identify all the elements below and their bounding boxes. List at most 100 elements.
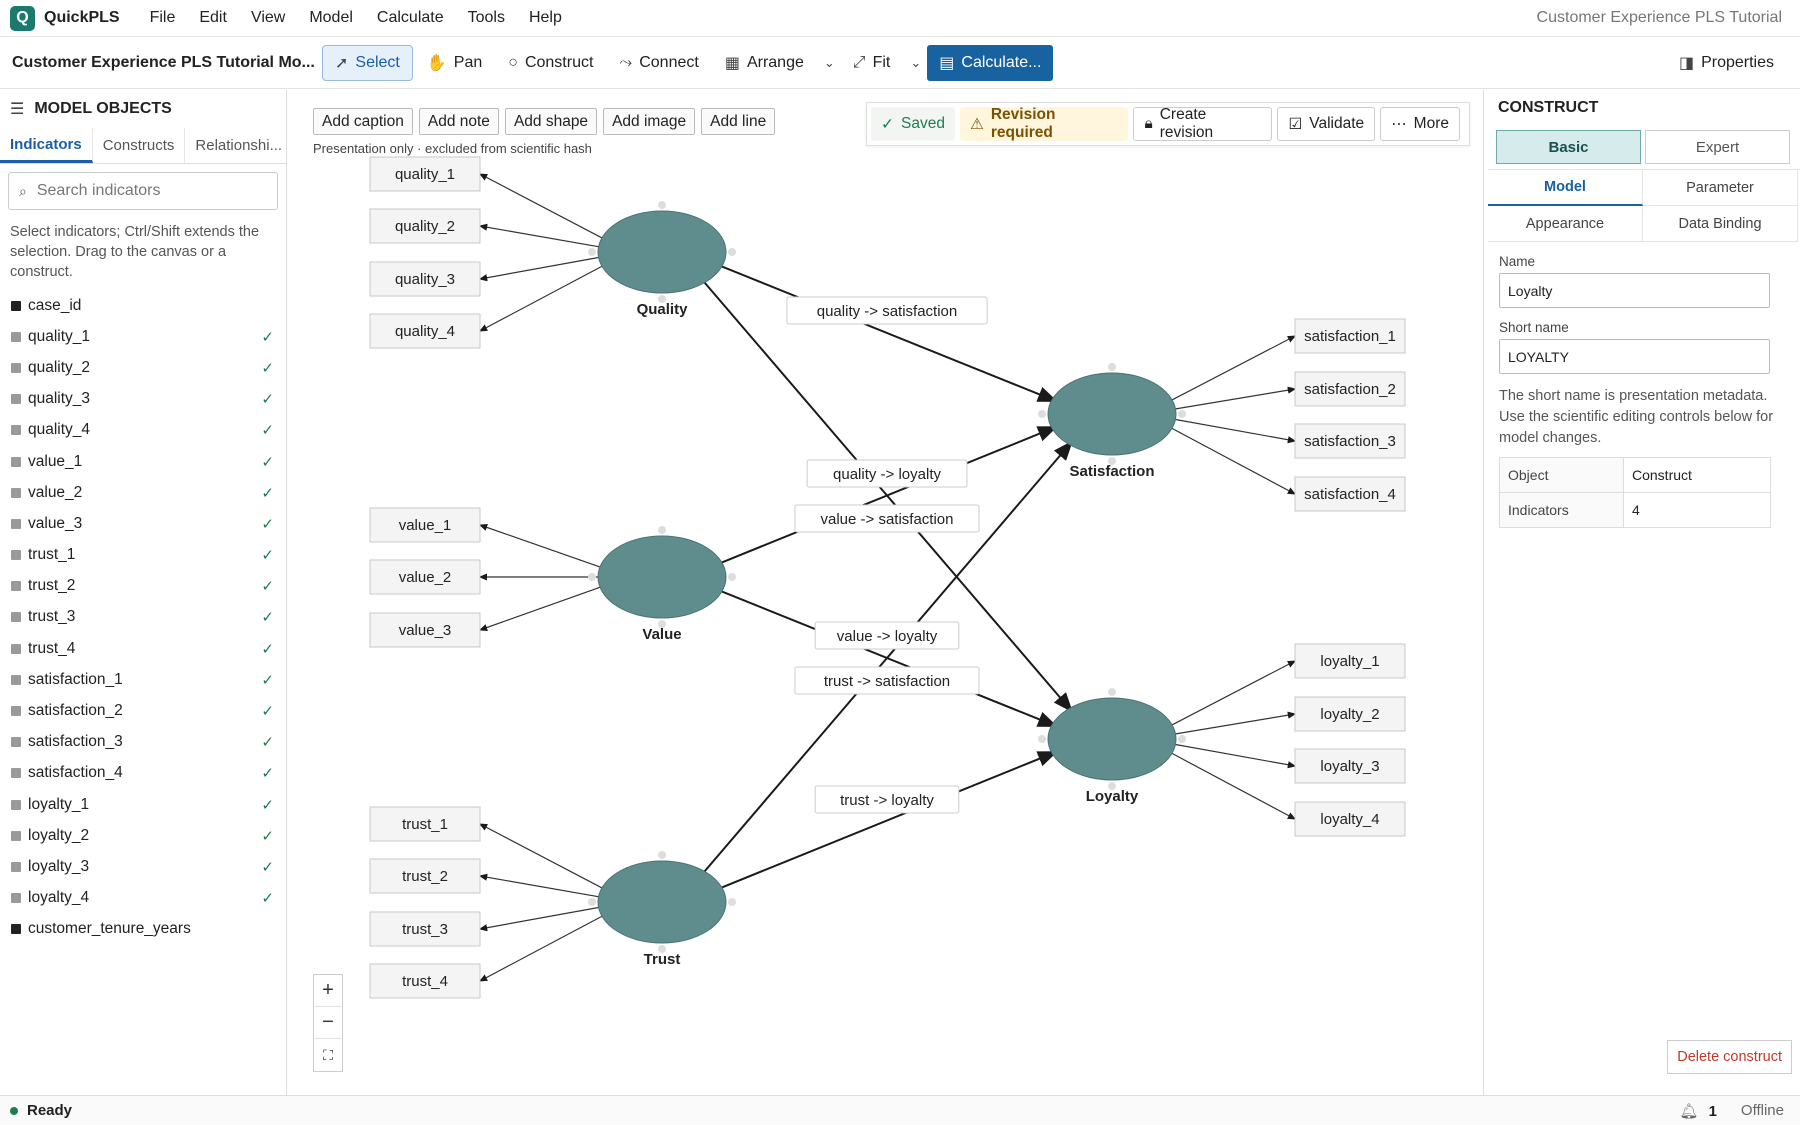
name-field[interactable] bbox=[1499, 273, 1770, 308]
menu-help[interactable]: Help bbox=[517, 9, 574, 27]
properties-button[interactable]: ◨ Properties bbox=[1667, 45, 1786, 81]
add-shape-button[interactable]: Add shape bbox=[504, 108, 598, 135]
list-item[interactable]: loyalty_2 ✓ bbox=[0, 820, 286, 851]
construct-trust[interactable] bbox=[597, 860, 727, 944]
menu-calculate[interactable]: Calculate bbox=[365, 9, 456, 27]
list-item[interactable]: trust_2 ✓ bbox=[0, 571, 286, 602]
fit-button[interactable]: ⤢ Fit bbox=[841, 45, 903, 81]
list-item[interactable]: loyalty_4 ✓ bbox=[0, 883, 286, 914]
zoom-in-button[interactable]: + bbox=[314, 975, 342, 1007]
calculate-button[interactable]: ▤ Calculate... bbox=[927, 45, 1054, 81]
list-item[interactable]: value_3 ✓ bbox=[0, 508, 286, 539]
path-arrow-trust-loyalty[interactable] bbox=[717, 751, 1058, 890]
tab-relationships[interactable]: Relationshi... bbox=[185, 128, 294, 163]
connection-handle[interactable] bbox=[1178, 735, 1186, 743]
delete-construct-button[interactable]: Delete construct bbox=[1667, 1040, 1792, 1074]
list-item[interactable]: trust_3 ✓ bbox=[0, 602, 286, 633]
create-revision-button[interactable]: 🔒︎ Create revision bbox=[1133, 106, 1273, 141]
construct-tool-button[interactable]: ○ Construct bbox=[496, 45, 605, 81]
connection-handle[interactable] bbox=[588, 898, 596, 906]
validate-button[interactable]: ☑ Validate bbox=[1277, 107, 1376, 141]
bell-icon: 🔔︎ bbox=[1679, 1102, 1699, 1120]
tab-appearance[interactable]: Appearance bbox=[1488, 206, 1643, 242]
add-line-button[interactable]: Add line bbox=[701, 108, 776, 135]
list-item[interactable]: quality_2 ✓ bbox=[0, 352, 286, 383]
list-item[interactable]: quality_1 ✓ bbox=[0, 321, 286, 352]
check-icon: ✓ bbox=[261, 671, 274, 689]
tab-data-binding[interactable]: Data Binding bbox=[1643, 206, 1798, 242]
connection-handle[interactable] bbox=[588, 573, 596, 581]
model-canvas[interactable]: quality_1 quality_2 quality_3 quality_4 Qual… bbox=[290, 90, 1484, 1095]
hand-icon: ✋ bbox=[426, 55, 447, 72]
connect-tool-button[interactable]: ⤳ Connect bbox=[607, 45, 710, 81]
pan-tool-button[interactable]: ✋ Pan bbox=[415, 45, 494, 81]
add-image-button[interactable]: Add image bbox=[603, 108, 696, 135]
list-item[interactable]: satisfaction_3 ✓ bbox=[0, 727, 286, 758]
add-note-button[interactable]: Add note bbox=[418, 108, 499, 135]
arrange-dropdown-chevron-icon[interactable]: ⌄ bbox=[818, 55, 841, 71]
connection-handle[interactable] bbox=[658, 526, 666, 534]
list-item[interactable]: satisfaction_2 ✓ bbox=[0, 695, 286, 726]
list-item[interactable]: customer_tenure_years bbox=[0, 914, 286, 945]
menu-edit[interactable]: Edit bbox=[187, 9, 239, 27]
list-item[interactable]: value_2 ✓ bbox=[0, 477, 286, 508]
list-item[interactable]: loyalty_1 ✓ bbox=[0, 789, 286, 820]
construct-value[interactable] bbox=[597, 535, 727, 619]
path-arrow-quality-satisfaction[interactable] bbox=[717, 263, 1058, 403]
indicator-box-label: quality_4 bbox=[395, 323, 455, 340]
short-name-field[interactable] bbox=[1499, 339, 1770, 374]
connection-handle[interactable] bbox=[1178, 410, 1186, 418]
connection-handle[interactable] bbox=[658, 851, 666, 859]
list-item[interactable]: value_1 ✓ bbox=[0, 446, 286, 477]
search-icon: ⌕ bbox=[19, 182, 27, 199]
path-diagram: quality_1 quality_2 quality_3 quality_4 Qual… bbox=[369, 156, 1406, 999]
construct-loyalty[interactable] bbox=[1047, 697, 1177, 781]
path-arrow-value-satisfaction[interactable] bbox=[717, 426, 1058, 565]
select-tool-button[interactable]: ➚ Select bbox=[322, 45, 413, 81]
connection-handle[interactable] bbox=[658, 201, 666, 209]
construct-satisfaction[interactable] bbox=[1047, 372, 1177, 456]
connection-handle[interactable] bbox=[1038, 410, 1046, 418]
menu-tools[interactable]: Tools bbox=[456, 9, 517, 27]
list-item[interactable]: satisfaction_1 ✓ bbox=[0, 664, 286, 695]
tab-indicators[interactable]: Indicators bbox=[0, 128, 93, 163]
list-item[interactable]: loyalty_3 ✓ bbox=[0, 851, 286, 882]
connection-handle[interactable] bbox=[1108, 688, 1116, 696]
notifications-button[interactable]: 🔔︎ 1 bbox=[1679, 1102, 1717, 1120]
connection-handle[interactable] bbox=[728, 898, 736, 906]
menu-model[interactable]: Model bbox=[297, 9, 365, 27]
arrange-button[interactable]: ▦ Arrange bbox=[713, 45, 816, 81]
list-item[interactable]: quality_4 ✓ bbox=[0, 415, 286, 446]
indicators-key: Indicators bbox=[1499, 492, 1624, 528]
zoom-out-button[interactable]: − bbox=[314, 1007, 342, 1039]
connection-handle[interactable] bbox=[588, 248, 596, 256]
search-input[interactable] bbox=[36, 182, 257, 200]
loading-arrow bbox=[1171, 660, 1297, 726]
tab-model[interactable]: Model bbox=[1488, 170, 1643, 206]
indicator-box-label: trust_4 bbox=[402, 973, 448, 990]
menu-view[interactable]: View bbox=[239, 9, 297, 27]
connection-handle[interactable] bbox=[1108, 363, 1116, 371]
construct-quality[interactable] bbox=[597, 210, 727, 294]
connection-handle[interactable] bbox=[728, 573, 736, 581]
add-caption-button[interactable]: Add caption bbox=[313, 108, 413, 135]
basic-mode-button[interactable]: Basic bbox=[1496, 130, 1641, 164]
list-item[interactable]: trust_4 ✓ bbox=[0, 633, 286, 664]
more-button[interactable]: ⋯ More bbox=[1380, 107, 1460, 141]
list-item[interactable]: satisfaction_4 ✓ bbox=[0, 758, 286, 789]
check-icon: ✓ bbox=[261, 578, 274, 596]
fit-view-button[interactable]: ⛶ bbox=[314, 1039, 342, 1071]
menu-file[interactable]: File bbox=[138, 9, 188, 27]
list-item[interactable]: trust_1 ✓ bbox=[0, 540, 286, 571]
tab-parameter[interactable]: Parameter bbox=[1643, 170, 1798, 206]
connection-handle[interactable] bbox=[728, 248, 736, 256]
connection-handle[interactable] bbox=[1038, 735, 1046, 743]
indicator-square-icon bbox=[11, 331, 21, 342]
list-item[interactable]: quality_3 ✓ bbox=[0, 384, 286, 415]
properties-label: Properties bbox=[1701, 54, 1774, 71]
tab-constructs[interactable]: Constructs bbox=[93, 128, 186, 163]
fit-dropdown-chevron-icon[interactable]: ⌄ bbox=[904, 55, 927, 71]
indicator-label: loyalty_1 bbox=[28, 795, 90, 813]
expert-mode-button[interactable]: Expert bbox=[1645, 130, 1790, 164]
list-item[interactable]: case_id bbox=[0, 290, 286, 321]
